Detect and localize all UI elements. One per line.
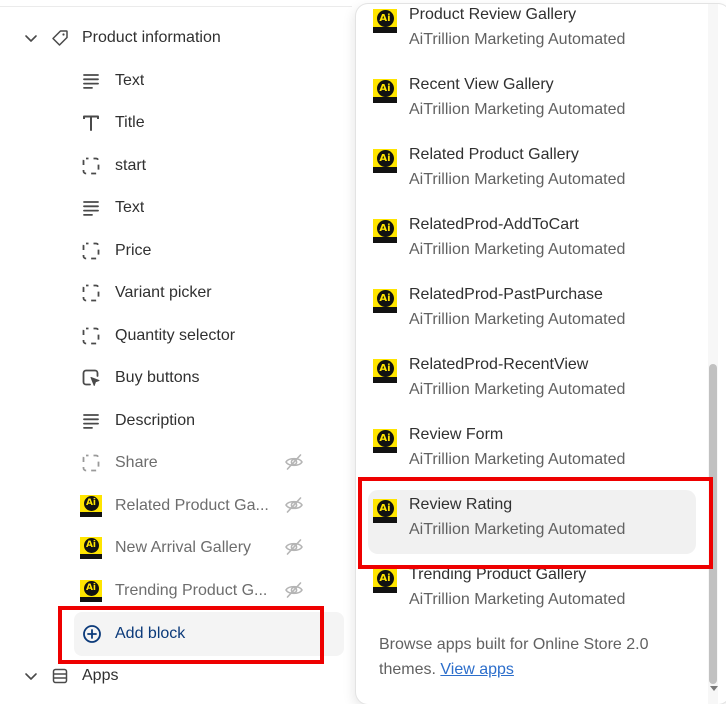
block-text[interactable]: Text: [80, 66, 320, 96]
block-label: Text: [115, 72, 145, 89]
block-buy-buttons[interactable]: Buy buttons: [80, 363, 320, 393]
block-label: Quantity selector: [115, 327, 236, 344]
chevron-down-icon[interactable]: [24, 669, 38, 683]
app-item-trending-product-gallery[interactable]: Ai Trending Product Gallery AiTrillion M…: [368, 566, 696, 628]
cursor-block-icon: [80, 367, 102, 389]
eye-slash-icon[interactable]: [284, 452, 304, 472]
app-name: Related Product Gallery: [409, 146, 579, 163]
aitrillion-logo-icon: Ai: [80, 537, 102, 559]
highlight-box: [358, 477, 713, 569]
eye-slash-icon[interactable]: [284, 537, 304, 557]
app-name: Recent View Gallery: [409, 76, 554, 93]
aitrillion-logo-icon: Ai: [373, 569, 397, 593]
aitrillion-logo-icon: Ai: [373, 149, 397, 173]
text-lines-icon: [80, 197, 102, 219]
app-provider: AiTrillion Marketing Automated: [409, 101, 626, 118]
block-label: start: [115, 157, 147, 174]
highlight-box: [58, 606, 324, 664]
app-provider: AiTrillion Marketing Automated: [409, 31, 626, 48]
chevron-down-icon[interactable]: [24, 31, 38, 45]
app-provider: AiTrillion Marketing Automated: [409, 311, 626, 328]
block-label: New Arrival Gallery: [115, 539, 252, 556]
aitrillion-logo-icon: Ai: [373, 429, 397, 453]
app-item-relatedprod-pastpurchase[interactable]: Ai RelatedProd-PastPurchase AiTrillion M…: [368, 286, 696, 348]
aitrillion-logo-icon: Ai: [373, 79, 397, 103]
app-item-recent-view-gallery[interactable]: Ai Recent View Gallery AiTrillion Market…: [368, 76, 696, 138]
block-text[interactable]: Text: [80, 193, 320, 223]
section-title: Apps: [82, 667, 119, 684]
dashed-block-icon: [80, 452, 102, 474]
dashed-block-icon: [80, 282, 102, 304]
eye-slash-icon[interactable]: [284, 580, 304, 600]
title-t-icon: [80, 112, 102, 134]
block-label: Trending Product G...: [115, 582, 268, 599]
app-item-relatedprod-addtocart[interactable]: Ai RelatedProd-AddToCart AiTrillion Mark…: [368, 216, 696, 278]
block-label: Title: [115, 114, 145, 131]
aitrillion-logo-icon: Ai: [373, 359, 397, 383]
text-lines-icon: [80, 70, 102, 92]
block-quantity-selector[interactable]: Quantity selector: [80, 321, 320, 351]
eye-slash-icon[interactable]: [284, 495, 304, 515]
block-label: Share: [115, 454, 158, 471]
app-name: RelatedProd-AddToCart: [409, 216, 579, 233]
block-variant-picker[interactable]: Variant picker: [80, 278, 320, 308]
block-label: Description: [115, 412, 196, 429]
dashed-block-icon: [80, 155, 102, 177]
block-label: Price: [115, 242, 152, 259]
block-label: Text: [115, 199, 145, 216]
aitrillion-logo-icon: Ai: [80, 495, 102, 517]
app-provider: AiTrillion Marketing Automated: [409, 171, 626, 188]
app-item-product-review-gallery[interactable]: Ai Product Review Gallery AiTrillion Mar…: [368, 6, 696, 68]
aitrillion-logo-icon: Ai: [373, 9, 397, 33]
dashed-block-icon: [80, 325, 102, 347]
block-label: Related Product Ga...: [115, 497, 269, 514]
theme-editor-sidebar: Product information Text Title start Tex…: [0, 0, 352, 703]
previous-section-edge: [0, 0, 352, 7]
section-product-information[interactable]: Product information: [24, 25, 221, 51]
aitrillion-logo-icon: Ai: [373, 219, 397, 243]
tag-icon: [50, 28, 70, 48]
block-price[interactable]: Price: [80, 236, 320, 266]
block-title[interactable]: Title: [80, 108, 320, 138]
apps-list-icon: [50, 666, 70, 686]
block-description[interactable]: Description: [80, 406, 320, 436]
aitrillion-logo-icon: Ai: [373, 289, 397, 313]
section-apps[interactable]: Apps: [24, 663, 118, 689]
scroll-down-arrow-icon[interactable]: [710, 686, 718, 691]
text-lines-icon: [80, 410, 102, 432]
block-label: Variant picker: [115, 284, 212, 301]
block-label: Buy buttons: [115, 369, 200, 386]
app-name: Product Review Gallery: [409, 6, 577, 23]
add-block-popover: Ai Product Review Gallery AiTrillion Mar…: [356, 4, 726, 704]
view-apps-link[interactable]: View apps: [440, 661, 514, 678]
app-provider: AiTrillion Marketing Automated: [409, 381, 626, 398]
app-name: RelatedProd-RecentView: [409, 356, 589, 373]
app-name: RelatedProd-PastPurchase: [409, 286, 603, 303]
browse-apps-text: Browse apps built for Online Store 2.0 t…: [379, 632, 689, 682]
app-provider: AiTrillion Marketing Automated: [409, 241, 626, 258]
app-item-relatedprod-recentview[interactable]: Ai RelatedProd-RecentView AiTrillion Mar…: [368, 356, 696, 418]
app-item-related-product-gallery[interactable]: Ai Related Product Gallery AiTrillion Ma…: [368, 146, 696, 208]
section-title: Product information: [82, 29, 221, 46]
app-provider: AiTrillion Marketing Automated: [409, 591, 626, 608]
block-start[interactable]: start: [80, 151, 320, 181]
app-name: Review Form: [409, 426, 504, 443]
dashed-block-icon: [80, 240, 102, 262]
app-provider: AiTrillion Marketing Automated: [409, 451, 626, 468]
aitrillion-logo-icon: Ai: [80, 580, 102, 602]
